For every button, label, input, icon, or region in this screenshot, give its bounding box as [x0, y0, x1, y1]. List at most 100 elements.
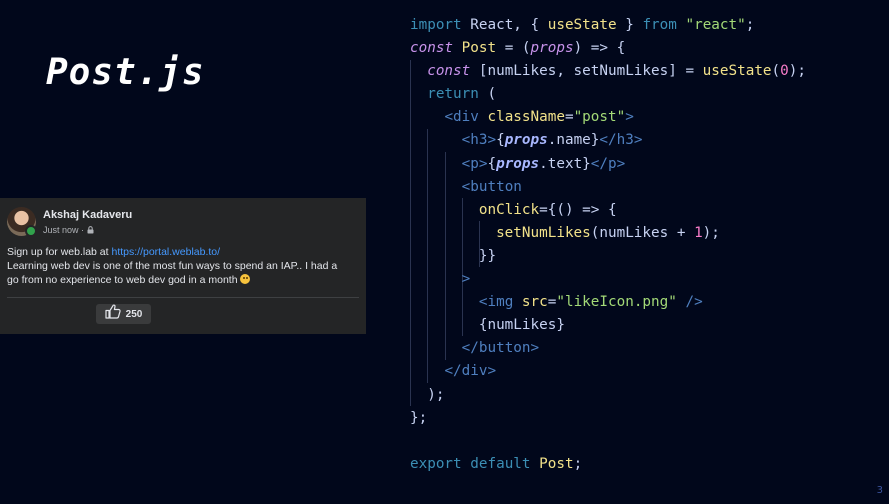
code-token: ( — [478, 86, 497, 103]
code-token: [numLikes, setNumLikes] = — [470, 63, 703, 80]
code-token: useState — [547, 17, 617, 33]
code-token: className — [487, 109, 565, 126]
code-token: import — [410, 17, 462, 33]
code-token: ); — [788, 63, 806, 80]
code-token: }; — [410, 409, 428, 426]
post-text-line-1: Sign up for web.lab at https://portal.we… — [7, 245, 366, 259]
code-line: <button — [410, 176, 806, 199]
post-link[interactable]: https://portal.weblab.to/ — [111, 246, 220, 258]
code-block: import React, { useState } from "react";… — [410, 14, 806, 476]
code-token: Post — [461, 40, 497, 57]
code-token: > — [461, 271, 471, 288]
code-line: setNumLikes(numLikes + 1); — [410, 222, 806, 245]
post-card: Akshaj Kadaveru Just now · Sign up for w… — [0, 198, 366, 334]
code-token: ( — [771, 63, 781, 80]
thumbs-up-icon — [105, 304, 121, 324]
code-token: ; — [745, 17, 755, 33]
code-token: (numLikes + — [590, 224, 695, 241]
code-token: onClick — [478, 201, 540, 218]
code-token: ) => { — [573, 40, 626, 57]
like-button[interactable]: 250 — [96, 304, 151, 324]
code-token: ); — [702, 224, 720, 241]
code-token: = ( — [496, 40, 531, 57]
code-token: setNumLikes — [496, 224, 591, 241]
code-token: <img — [478, 294, 514, 311]
code-line: }} — [410, 245, 806, 268]
code-line: ); — [410, 384, 806, 407]
code-token: React, { — [461, 17, 548, 33]
like-count: 250 — [125, 308, 143, 320]
code-token: src — [521, 294, 548, 311]
code-token: .name} — [547, 132, 600, 149]
post-author[interactable]: Akshaj Kadaveru — [43, 209, 132, 221]
post-text-line-3-text: go from no experience to web dev god in … — [7, 274, 238, 286]
code-token: }} — [410, 247, 497, 264]
code-line: </button> — [410, 337, 806, 360]
code-token: </button> — [461, 340, 540, 357]
code-token: /> — [676, 294, 703, 311]
code-token: ={() => { — [539, 201, 617, 218]
code-token: <button — [461, 178, 522, 195]
code-line: return ( — [410, 83, 806, 106]
post-text: Sign up for web.lab at https://portal.we… — [7, 245, 366, 287]
code-line: <p>{props.text}</p> — [410, 153, 806, 176]
code-line: {numLikes} — [410, 314, 806, 337]
slide-title: Post.js — [46, 52, 205, 93]
post-meta: Just now · — [43, 225, 94, 235]
code-line: > — [410, 268, 806, 291]
post-timestamp[interactable]: Just now · — [43, 225, 84, 235]
code-token: props — [530, 40, 574, 57]
code-token: ); — [410, 386, 445, 403]
code-token: "react" — [685, 17, 746, 33]
code-token: </div> — [444, 363, 497, 380]
code-token: return — [427, 86, 479, 103]
code-token: ; — [573, 455, 583, 472]
code-token: props — [504, 132, 548, 149]
smile-emoji-icon — [240, 274, 251, 284]
code-line: <h3>{props.name}</h3> — [410, 129, 806, 152]
lock-icon — [87, 226, 94, 234]
code-line: export default Post; — [410, 453, 806, 476]
code-token: <div — [444, 109, 479, 126]
code-token: from — [642, 17, 677, 33]
code-token: </h3> — [599, 132, 643, 149]
code-token: 0 — [780, 63, 789, 80]
code-token: > — [625, 109, 634, 126]
post-text-line-3: go from no experience to web dev god in … — [7, 273, 366, 287]
avatar[interactable] — [7, 207, 37, 237]
code-line: </div> — [410, 360, 806, 383]
code-token: const — [427, 63, 471, 80]
code-token: <p> — [461, 155, 488, 172]
code-token: export — [410, 455, 462, 472]
code-line: <div className="post"> — [410, 106, 806, 129]
code-token: default — [470, 455, 531, 472]
post-text-prefix: Sign up for web.lab at — [7, 246, 112, 258]
code-token: { — [496, 132, 505, 149]
code-line: const Post = (props) => { — [410, 37, 806, 60]
code-lines: import React, { useState } from "react";… — [410, 14, 806, 476]
code-token: {numLikes} — [410, 317, 565, 334]
slide: Post.js Akshaj Kadaveru Just now · Sign … — [0, 0, 889, 504]
code-token: Post — [539, 455, 574, 472]
code-line: const [numLikes, setNumLikes] = useState… — [410, 60, 806, 83]
code-token: = — [564, 109, 574, 126]
code-token: </p> — [590, 155, 626, 172]
page-number: 3 — [876, 485, 883, 496]
code-line: onClick={() => { — [410, 199, 806, 222]
